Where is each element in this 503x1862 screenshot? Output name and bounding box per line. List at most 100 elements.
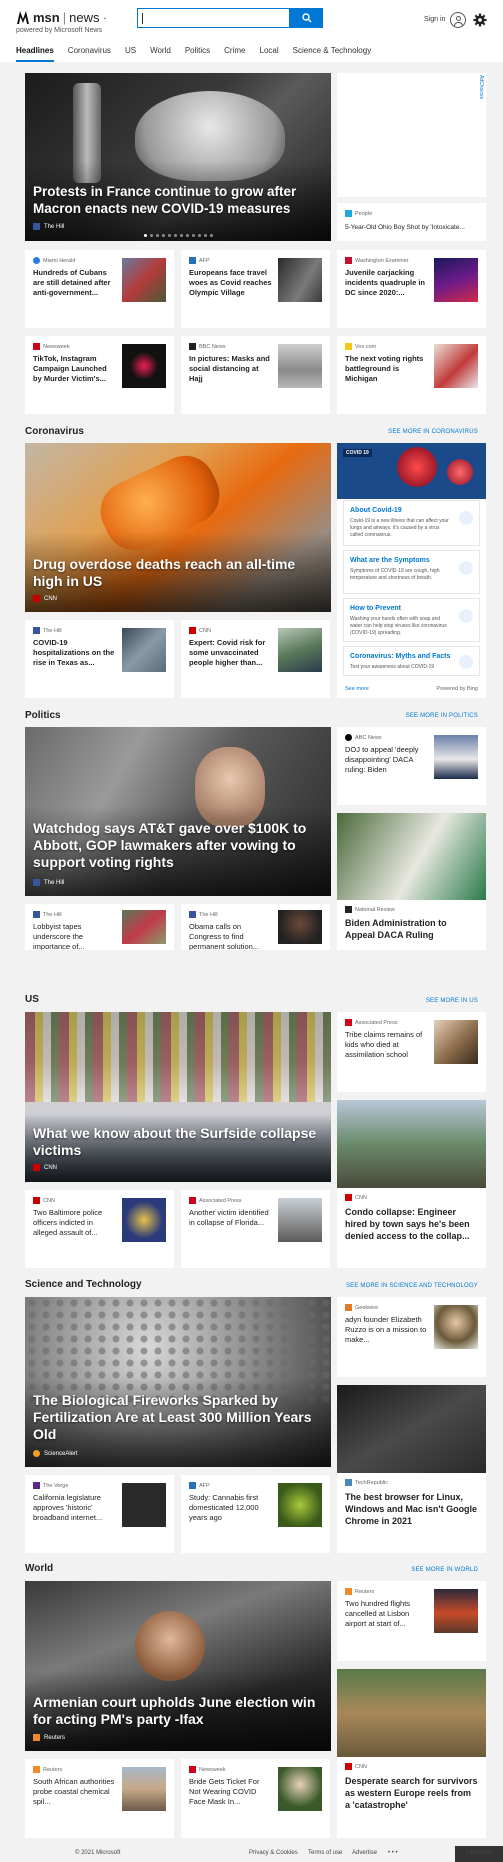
news-card[interactable]: Newsweek TikTok, Instagram Campaign Laun… xyxy=(25,336,174,414)
news-card[interactable]: AFP Europeans face travel woes as Covid … xyxy=(181,250,330,328)
ad-slot[interactable]: AdChoices xyxy=(337,73,486,197)
news-card[interactable]: The Hill Lobbyist tapes underscore the i… xyxy=(25,904,174,950)
sign-in-link[interactable]: Sign in xyxy=(424,16,445,23)
card-title[interactable]: Obama calls on Congress to find permanen… xyxy=(189,922,272,950)
card-title[interactable]: Two Baltimore police officers indicted i… xyxy=(33,1208,116,1238)
search-button[interactable] xyxy=(290,8,323,28)
card-title[interactable]: Condo collapse: Engineer hired by town s… xyxy=(345,1206,478,1242)
chevron-down-icon[interactable]: ⌄ xyxy=(102,14,107,21)
search-input[interactable] xyxy=(137,8,290,28)
hero-headline[interactable]: Protests in France continue to grow afte… xyxy=(33,183,323,217)
news-card[interactable]: Associated Press Another victim identifi… xyxy=(181,1190,330,1268)
card-title[interactable]: 5-Year-Old Ohio Boy Shot by 'Intoxicate.… xyxy=(345,223,465,233)
avatar-icon[interactable] xyxy=(450,12,466,28)
hero-headline[interactable]: Drug overdose deaths reach an all-time h… xyxy=(33,556,323,590)
see-more-us-link[interactable]: SEE MORE IN US xyxy=(426,998,478,1004)
see-more-science-technology-link[interactable]: SEE MORE IN SCIENCE AND TECHNOLOGY xyxy=(346,1283,478,1289)
news-card-large[interactable]: CNN Condo collapse: Engineer hired by to… xyxy=(337,1100,486,1268)
nav-headlines[interactable]: Headlines xyxy=(16,44,54,62)
hero-headline[interactable]: Armenian court upholds June election win… xyxy=(33,1694,323,1728)
news-card[interactable]: AFP Study: Cannabis first domesticated 1… xyxy=(181,1475,330,1553)
card-title[interactable]: Bride Gets Ticket For Not Wearing COVID … xyxy=(189,1777,272,1807)
news-card[interactable]: The Hill COVID-19 hospitalizations on th… xyxy=(25,620,174,698)
card-title[interactable]: Desperate search for survivors as wester… xyxy=(345,1775,478,1811)
card-title[interactable]: California legislature approves 'histori… xyxy=(33,1493,116,1523)
nav-crime[interactable]: Crime xyxy=(224,44,245,62)
news-card[interactable]: Vox.com The next voting rights battlegro… xyxy=(337,336,486,414)
covid-info-symptoms[interactable]: What are the Symptoms Symptoms of COVID-… xyxy=(343,550,480,594)
card-title[interactable]: Hundreds of Cubans are still detained af… xyxy=(33,268,116,298)
hero-headline[interactable]: The Biological Fireworks Sparked by Fert… xyxy=(33,1392,323,1443)
see-more-world-link[interactable]: SEE MORE IN WORLD xyxy=(411,1567,478,1573)
more-link[interactable]: • • • xyxy=(388,1850,398,1856)
msn-logo[interactable]: msn | news ⌄ xyxy=(16,8,108,26)
copyright: © 2021 Microsoft xyxy=(75,1850,121,1856)
card-title[interactable]: The next voting rights battleground is M… xyxy=(345,354,428,384)
card-title[interactable]: Lobbyist tapes underscore the importance… xyxy=(33,922,116,950)
politics-hero-story[interactable]: Watchdog says AT&T gave over $100K to Ab… xyxy=(25,727,331,896)
card-title[interactable]: Another victim identified in collapse of… xyxy=(189,1208,272,1228)
news-card[interactable]: The Hill Obama calls on Congress to find… xyxy=(181,904,330,950)
card-title[interactable]: Europeans face travel woes as Covid reac… xyxy=(189,268,272,298)
nav-politics[interactable]: Politics xyxy=(185,44,210,62)
card-source: BBC News xyxy=(199,343,226,350)
news-card[interactable]: Newsweek Bride Gets Ticket For Not Weari… xyxy=(181,1759,330,1838)
news-card[interactable]: Reuters South African authorities probe … xyxy=(25,1759,174,1838)
terms-link[interactable]: Terms of use xyxy=(308,1850,342,1856)
news-card[interactable]: People 5-Year-Old Ohio Boy Shot by 'Into… xyxy=(337,203,486,241)
news-card[interactable]: Geekwire adyn founder Elizabeth Ruzzo is… xyxy=(337,1297,486,1377)
virus-image xyxy=(397,447,437,487)
news-card[interactable]: BBC News In pictures: Masks and social d… xyxy=(181,336,330,414)
us-hero-story[interactable]: What we know about the Surfside collapse… xyxy=(25,1012,331,1182)
news-card[interactable]: Reuters Two hundred flights cancelled at… xyxy=(337,1581,486,1661)
news-card[interactable]: CNN Two Baltimore police officers indict… xyxy=(25,1190,174,1268)
news-card[interactable]: Miami Herald Hundreds of Cubans are stil… xyxy=(25,250,174,328)
card-title[interactable]: Tribe claims remains of kids who died at… xyxy=(345,1030,428,1060)
news-card[interactable]: Washington Examiner Juvenile carjacking … xyxy=(337,250,486,328)
see-more-politics-link[interactable]: SEE MORE IN POLITICS xyxy=(406,713,478,719)
news-section-label[interactable]: news xyxy=(69,10,99,25)
scitech-hero-story[interactable]: The Biological Fireworks Sparked by Fert… xyxy=(25,1297,331,1467)
nav-world[interactable]: World xyxy=(150,44,171,62)
top-hero-story[interactable]: Protests in France continue to grow afte… xyxy=(25,73,331,241)
gear-icon[interactable] xyxy=(472,12,488,28)
news-card[interactable]: Associated Press Tribe claims remains of… xyxy=(337,1012,486,1092)
card-title[interactable]: Biden Administration to Appeal DACA Ruli… xyxy=(345,917,478,941)
covid-info-about[interactable]: About Covid-19 Covid-19 is a new illness… xyxy=(343,500,480,546)
section-title-us: US xyxy=(25,994,39,1005)
hero-headline[interactable]: What we know about the Surfside collapse… xyxy=(33,1125,323,1159)
card-title[interactable]: Expert: Covid risk for some unvaccinated… xyxy=(189,638,272,668)
carousel-dots[interactable] xyxy=(25,234,331,237)
coronavirus-hero-story[interactable]: Drug overdose deaths reach an all-time h… xyxy=(25,443,331,612)
news-card-large[interactable]: National Review Biden Administration to … xyxy=(337,813,486,950)
covid-see-more-link[interactable]: See more xyxy=(345,686,369,692)
card-title[interactable]: DOJ to appeal 'deeply disappointing' DAC… xyxy=(345,745,428,775)
nav-coronavirus[interactable]: Coronavirus xyxy=(68,44,111,62)
news-card[interactable]: The Verge California legislature approve… xyxy=(25,1475,174,1553)
world-hero-story[interactable]: Armenian court upholds June election win… xyxy=(25,1581,331,1751)
news-card-large[interactable]: CNN Desperate search for survivors as we… xyxy=(337,1669,486,1838)
see-more-coronavirus-link[interactable]: SEE MORE IN CORONAVIRUS xyxy=(388,429,478,435)
card-title[interactable]: The best browser for Linux, Windows and … xyxy=(345,1491,478,1527)
news-card[interactable]: CNN Expert: Covid risk for some unvaccin… xyxy=(181,620,330,698)
card-title[interactable]: TikTok, Instagram Campaign Launched by M… xyxy=(33,354,116,384)
card-title[interactable]: South African authorities probe coastal … xyxy=(33,1777,116,1807)
news-card[interactable]: ABC News DOJ to appeal 'deeply disappoin… xyxy=(337,727,486,805)
privacy-link[interactable]: Privacy & Cookies xyxy=(249,1850,298,1856)
card-title[interactable]: Two hundred flights cancelled at Lisbon … xyxy=(345,1599,428,1629)
card-title[interactable]: adyn founder Elizabeth Ruzzo is on a mis… xyxy=(345,1315,428,1345)
hero-headline[interactable]: Watchdog says AT&T gave over $100K to Ab… xyxy=(33,820,323,871)
covid-info-myths[interactable]: Coronavirus: Myths and Facts Test your a… xyxy=(343,646,480,676)
card-title[interactable]: In pictures: Masks and social distancing… xyxy=(189,354,272,384)
advertise-link[interactable]: Advertise xyxy=(352,1850,377,1856)
nav-science-technology[interactable]: Science & Technology xyxy=(293,44,372,62)
card-title[interactable]: COVID-19 hospitalizations on the rise in… xyxy=(33,638,116,668)
nav-us[interactable]: US xyxy=(125,44,136,62)
covid-info-prevent[interactable]: How to Prevent Washing your hands often … xyxy=(343,598,480,642)
news-card-large[interactable]: TechRepublic The best browser for Linux,… xyxy=(337,1385,486,1553)
card-title[interactable]: Juvenile carjacking incidents quadruple … xyxy=(345,268,428,298)
card-title[interactable]: Study: Cannabis first domesticated 12,00… xyxy=(189,1493,272,1523)
ad-choices-label[interactable]: AdChoices xyxy=(478,75,484,99)
nav-local[interactable]: Local xyxy=(260,44,279,62)
feedback-button[interactable]: □ Feedback xyxy=(455,1846,503,1862)
